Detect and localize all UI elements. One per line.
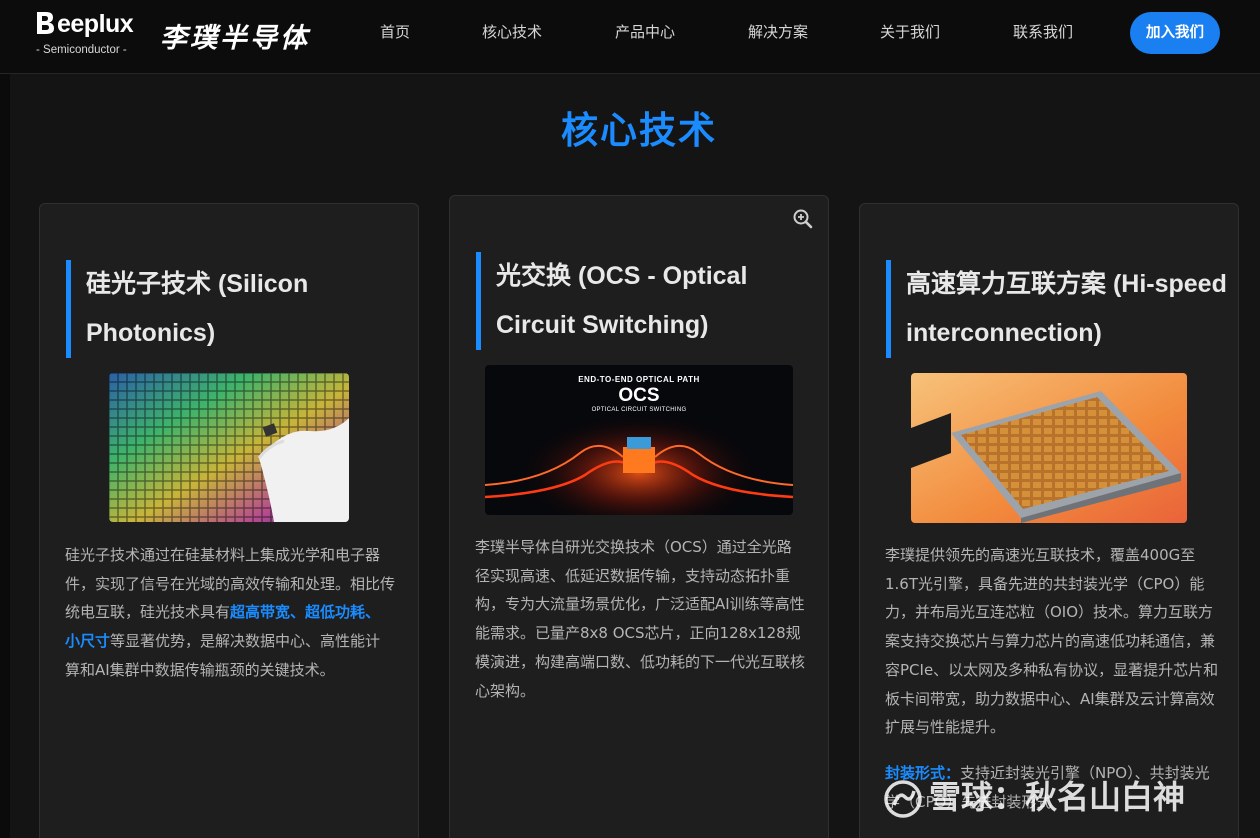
ocs-image-caption-main: OCS <box>618 385 660 406</box>
site-header: eeplux - Semiconductor - 李璞半导体 首页 核心技术 产… <box>0 0 1260 74</box>
ocs-diagram-image: END-TO-END OPTICAL PATH OCS OPTICAL CIRC… <box>485 365 793 515</box>
card-description: 李璞提供领先的高速光互联技术，覆盖400G至1.6T光引擎，具备先进的共封装光学… <box>885 546 1219 737</box>
nav-about[interactable]: 关于我们 <box>880 0 940 64</box>
ocs-image-caption-sub: OPTICAL CIRCUIT SWITCHING <box>591 407 687 413</box>
tech-card-hispeed-interconnect[interactable]: 高速算力互联方案 (Hi-speed interconnection) 李璞提供… <box>859 203 1239 838</box>
tech-card-silicon-photonics[interactable]: 硅光子技术 (Silicon Photonics) 硅光子技术通过在硅基材料上集… <box>39 203 419 838</box>
card-description: 硅光子技术通过在硅基材料上集成光学和电子器件，实现了信号在光域的高效传输和处理。… <box>65 541 395 685</box>
watermark-text: 雪球：秋名山白神 <box>929 778 1186 816</box>
brand-logo[interactable]: eeplux - Semiconductor - <box>36 10 146 62</box>
ocs-image-caption-top: END-TO-END OPTICAL PATH <box>578 375 700 384</box>
card-title: 硅光子技术 (Silicon Photonics) <box>66 260 406 358</box>
nav-products[interactable]: 产品中心 <box>615 0 675 64</box>
silicon-wafer-image <box>109 373 349 522</box>
card-description: 李璞半导体自研光交换技术（OCS）通过全光路径实现高速、低延迟数据传输，支持动态… <box>475 538 806 700</box>
section-title: 核心技术 <box>561 109 717 152</box>
join-us-button[interactable]: 加入我们 <box>1130 12 1220 54</box>
card-title: 光交换 (OCS - Optical Circuit Switching) <box>476 252 816 350</box>
nav-contact[interactable]: 联系我们 <box>1013 0 1073 64</box>
xueqiu-logo-icon <box>884 780 922 818</box>
chip-package-image <box>911 373 1187 523</box>
logo-wordmark: eeplux <box>36 10 134 39</box>
nav-home[interactable]: 首页 <box>380 0 410 64</box>
nav-solutions[interactable]: 解决方案 <box>748 0 808 64</box>
logo-subtitle: - Semiconductor - <box>36 44 127 56</box>
zoom-in-icon[interactable] <box>792 208 814 230</box>
tech-card-ocs[interactable]: 光交换 (OCS - Optical Circuit Switching) EN… <box>449 195 829 838</box>
card-text-part-b: 等显著优势，是解决数据中心、高性能计算和AI集群中数据传输瓶颈的关键技术。 <box>65 632 381 679</box>
nav-core-tech[interactable]: 核心技术 <box>482 0 542 64</box>
xueqiu-watermark: 雪球：秋名山白神 <box>883 772 1228 822</box>
left-edge-strip <box>0 74 10 838</box>
card-title: 高速算力互联方案 (Hi-speed interconnection) <box>886 260 1231 358</box>
logo-b-mark-icon <box>37 12 54 34</box>
brand-name-cn: 李璞半导体 <box>160 23 310 54</box>
logo-word-text: eeplux <box>57 10 134 38</box>
